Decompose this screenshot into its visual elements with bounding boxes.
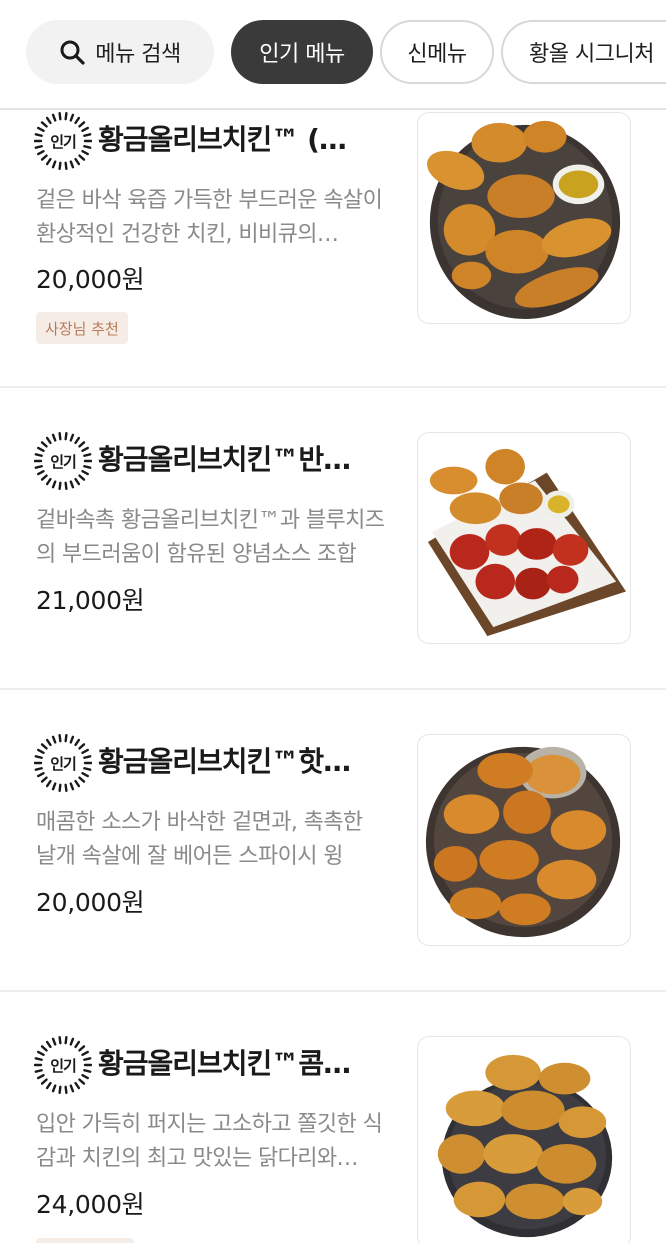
menu-item-name: 황금올리브치킨™ (… <box>98 123 347 156</box>
popular-badge: 인기 <box>34 432 92 490</box>
chip-new-menu[interactable]: 신메뉴 <box>380 20 494 84</box>
menu-item-photo <box>417 1036 631 1243</box>
chip-label: 황올 시그니처 <box>529 42 654 67</box>
category-chip-bar: 메뉴 검색 인기 메뉴 신메뉴 황올 시그니처 <box>0 0 666 110</box>
menu-page: 메뉴 검색 인기 메뉴 신메뉴 황올 시그니처 인기 황금올리브치킨™ (… 겉… <box>0 0 666 1243</box>
menu-item-photo <box>417 734 631 946</box>
menu-item-tag <box>36 1238 134 1243</box>
half-and-half-chicken-image <box>427 448 627 637</box>
popular-badge-label: 인기 <box>50 132 77 151</box>
menu-item-photo <box>417 112 631 324</box>
popular-badge-label: 인기 <box>50 1056 77 1075</box>
chip-label: 인기 메뉴 <box>259 42 345 67</box>
menu-item-price: 20,000원 <box>36 265 145 294</box>
popular-badge-label: 인기 <box>50 452 77 471</box>
menu-item[interactable]: 인기 황금올리브치킨™콤… 입안 가득히 퍼지는 고소하고 쫄깃한 식감과 치킨… <box>0 992 666 1243</box>
owner-recommend-tag: 사장님 추천 <box>36 312 128 344</box>
menu-item-name: 황금올리브치킨™반… <box>98 443 351 476</box>
menu-item-description: 겉바속촉 황금올리브치킨™과 블루치즈의 부드러움이 함유된 양념소스 조합 <box>36 508 385 567</box>
drumstick-combo-image <box>437 1054 613 1238</box>
popular-badge-label: 인기 <box>50 754 77 773</box>
menu-item-photo <box>417 432 631 644</box>
search-label: 메뉴 검색 <box>95 42 181 67</box>
chip-signature-menu[interactable]: 황올 시그니처 <box>501 20 666 84</box>
menu-item-name: 황금올리브치킨™콤… <box>98 1047 351 1080</box>
fried-chicken-plate-image <box>427 120 621 320</box>
popular-badge: 인기 <box>34 1036 92 1094</box>
menu-item-price: 24,000원 <box>36 1190 145 1219</box>
menu-item-description: 매콤한 소스가 바삭한 겉면과, 촉촉한 날개 속살에 잘 베어든 스파이시 윙 <box>36 810 363 869</box>
search-icon <box>60 40 85 65</box>
menu-item[interactable]: 인기 황금올리브치킨™ (… 겉은 바삭 육즙 가득한 부드러운 속살이 환상적… <box>0 80 666 388</box>
chip-label: 신메뉴 <box>407 42 467 67</box>
hot-wings-image <box>425 746 621 938</box>
chip-popular-menu[interactable]: 인기 메뉴 <box>231 20 373 84</box>
menu-item[interactable]: 인기 황금올리브치킨™반… 겉바속촉 황금올리브치킨™과 블루치즈의 부드러움이… <box>0 388 666 690</box>
menu-item-description: 입안 가득히 퍼지는 고소하고 쫄깃한 식감과 치킨의 최고 맛있는 닭다리와… <box>36 1112 383 1171</box>
menu-item[interactable]: 인기 황금올리브치킨™핫… 매콤한 소스가 바삭한 겉면과, 촉촉한 날개 속살… <box>0 690 666 992</box>
menu-item-price: 20,000원 <box>36 888 145 917</box>
menu-item-description: 겉은 바삭 육즙 가득한 부드러운 속살이 환상적인 건강한 치킨, 비비큐의… <box>36 188 383 247</box>
menu-search-button[interactable]: 메뉴 검색 <box>26 20 214 84</box>
menu-item-name: 황금올리브치킨™핫… <box>98 745 351 778</box>
popular-badge: 인기 <box>34 734 92 792</box>
menu-item-price: 21,000원 <box>36 586 145 615</box>
popular-badge: 인기 <box>34 112 92 170</box>
